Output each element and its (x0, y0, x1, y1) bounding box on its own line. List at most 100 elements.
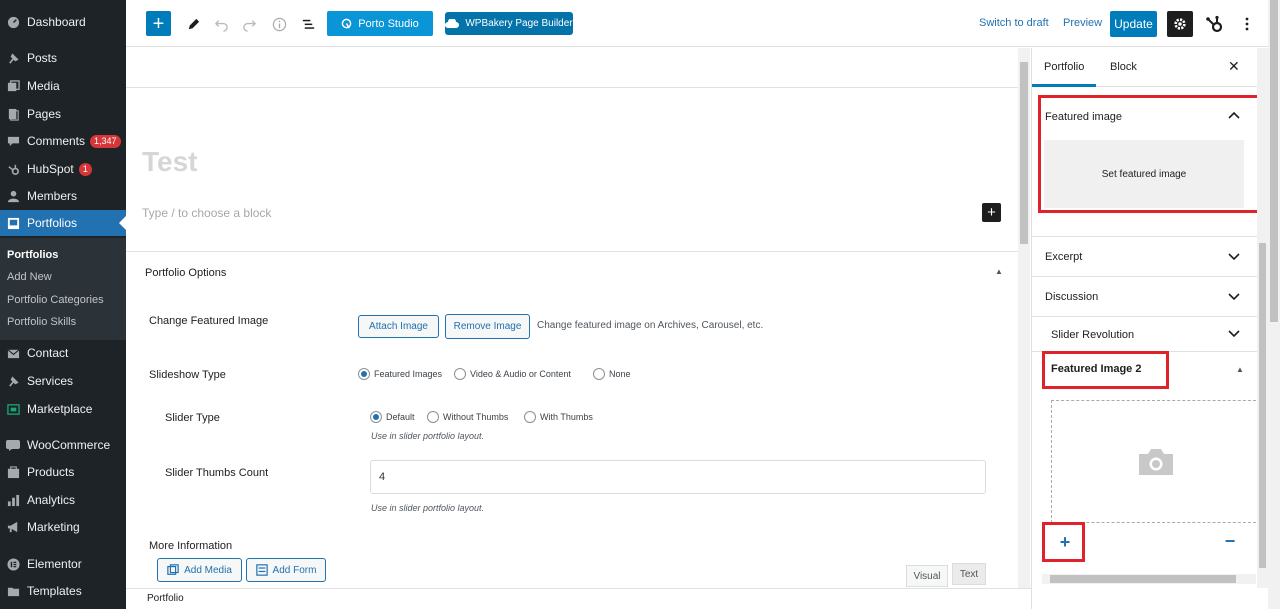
block-placeholder[interactable]: Type / to choose a block (142, 206, 271, 220)
add-block-button[interactable]: + (146, 11, 171, 36)
add-media-button[interactable]: Add Media (157, 558, 242, 582)
close-icon[interactable]: ✕ (1228, 58, 1240, 75)
menu-portfolios[interactable]: Portfolios (0, 210, 126, 236)
redo-button[interactable] (237, 12, 261, 36)
pages-icon (6, 107, 20, 121)
discussion-section[interactable]: Discussion (1032, 277, 1257, 317)
wpbakery-label: WPBakery Page Builder (465, 18, 573, 29)
submenu-portfolios[interactable]: Portfolios (7, 249, 58, 261)
horizontal-scrollbar[interactable] (1042, 574, 1256, 584)
excerpt-section[interactable]: Excerpt (1032, 237, 1257, 277)
menu-pages[interactable]: Pages (0, 101, 126, 127)
hubspot-toolbar-button[interactable] (1203, 12, 1227, 36)
details-button[interactable] (267, 12, 291, 36)
menu-dashboard[interactable]: Dashboard (0, 9, 126, 35)
menu-label: Comments (27, 134, 86, 148)
menu-members[interactable]: Members (0, 183, 126, 209)
slideshow-none-radio[interactable]: None (593, 368, 631, 380)
slider-type-with-thumbs-radio[interactable]: With Thumbs (524, 411, 593, 423)
settings-button[interactable] (1167, 11, 1193, 37)
wpbakery-button[interactable]: WPBakery Page Builder (445, 12, 573, 35)
radio-label: With Thumbs (540, 412, 593, 422)
post-title[interactable]: Test (142, 146, 198, 178)
menu-label: Templates (27, 584, 82, 598)
slider-revolution-section[interactable]: Slider Revolution (1032, 317, 1257, 352)
menu-posts[interactable]: Posts (0, 45, 126, 71)
text-tab[interactable]: Text (952, 563, 986, 585)
settings-scrollbar[interactable] (1257, 48, 1268, 588)
menu-marketing[interactable]: Marketing (0, 514, 126, 540)
add-media-label: Add Media (184, 564, 232, 576)
add-form-button[interactable]: Add Form (246, 558, 326, 582)
submenu-portfolio-skills[interactable]: Portfolio Skills (7, 316, 76, 328)
radio-unchecked-icon (524, 411, 536, 423)
tools-button[interactable] (181, 12, 205, 36)
menu-comments[interactable]: Comments 1,347 (0, 128, 126, 154)
hubspot-icon (6, 162, 20, 176)
menu-analytics[interactable]: Analytics (0, 487, 126, 513)
visual-tab[interactable]: Visual (906, 565, 948, 587)
remove-image-button[interactable]: Remove Image (445, 314, 530, 339)
collapse-up-icon[interactable]: ▲ (1236, 365, 1244, 374)
chevron-down-icon[interactable] (1228, 291, 1240, 303)
slider-type-default-radio[interactable]: Default (370, 411, 415, 423)
scrollbar-thumb[interactable] (1020, 62, 1028, 244)
slideshow-featured-images-radio[interactable]: Featured Images (358, 368, 442, 380)
comment-icon (6, 134, 20, 148)
undo-icon (214, 19, 228, 32)
pin-icon (6, 51, 20, 65)
remove-image-button[interactable]: − (1218, 528, 1242, 554)
list-view-button[interactable] (296, 12, 320, 36)
chevron-down-icon[interactable] (1228, 328, 1240, 340)
slider-type-without-thumbs-radio[interactable]: Without Thumbs (427, 411, 508, 423)
attach-image-button[interactable]: Attach Image (358, 315, 439, 338)
megaphone-icon (6, 520, 20, 534)
options-menu-button[interactable] (1235, 12, 1259, 36)
tab-block[interactable]: Block (1110, 61, 1137, 73)
slider-thumbs-count-input[interactable]: 4 (370, 460, 986, 494)
excerpt-title: Excerpt (1045, 251, 1083, 263)
slideshow-type-label: Slideshow Type (149, 369, 226, 381)
scrollbar-thumb[interactable] (1259, 243, 1266, 568)
switch-to-draft-link[interactable]: Switch to draft (979, 17, 1049, 29)
submenu-portfolio-categories[interactable]: Portfolio Categories (7, 294, 104, 306)
analytics-icon (6, 493, 20, 507)
porto-studio-button[interactable]: Porto Studio (327, 11, 433, 36)
scrollbar-thumb[interactable] (1050, 575, 1236, 583)
woo-icon (6, 438, 20, 452)
page-scrollbar[interactable] (1268, 0, 1280, 609)
inline-add-block-button[interactable]: + (982, 203, 1001, 222)
submenu-add-new[interactable]: Add New (7, 271, 52, 283)
menu-elementor[interactable]: Elementor (0, 551, 126, 577)
chevron-down-icon[interactable] (1228, 251, 1240, 263)
featured-image-2-dropzone[interactable] (1051, 400, 1261, 523)
update-button[interactable]: Update (1110, 11, 1157, 37)
menu-templates[interactable]: Templates (0, 578, 126, 604)
menu-hubspot[interactable]: HubSpot 1 (0, 156, 126, 182)
menu-woocommerce[interactable]: WooCommerce (0, 432, 126, 458)
menu-label: Marketplace (27, 402, 93, 416)
more-information-label: More Information (149, 540, 233, 552)
porto-logo-icon (341, 18, 352, 29)
menu-products[interactable]: Products (0, 459, 126, 485)
portfolio-options-metabox: Portfolio Options ▲ Change Featured Imag… (126, 251, 1018, 588)
menu-contact[interactable]: Contact (0, 340, 126, 366)
menu-services[interactable]: Services (0, 368, 126, 394)
scrollbar-thumb[interactable] (1270, 0, 1278, 322)
editor-scrollbar[interactable] (1018, 48, 1030, 588)
radio-unchecked-icon (593, 368, 605, 380)
pencil-icon (188, 18, 199, 29)
breadcrumb[interactable]: Portfolio (147, 593, 184, 604)
menu-marketplace[interactable]: Marketplace (0, 396, 126, 422)
collapse-up-icon[interactable]: ▲ (995, 267, 1003, 276)
menu-media[interactable]: Media (0, 73, 126, 99)
menu-label: Services (27, 374, 74, 388)
preview-link[interactable]: Preview (1063, 17, 1102, 29)
undo-button[interactable] (209, 12, 233, 36)
tab-portfolio[interactable]: Portfolio (1044, 61, 1084, 73)
slideshow-video-audio-radio[interactable]: Video & Audio or Content (454, 368, 571, 380)
radio-label: None (609, 369, 631, 379)
menu-label: Media (27, 79, 60, 93)
discussion-title: Discussion (1045, 291, 1099, 303)
highlight-box (1042, 351, 1169, 389)
